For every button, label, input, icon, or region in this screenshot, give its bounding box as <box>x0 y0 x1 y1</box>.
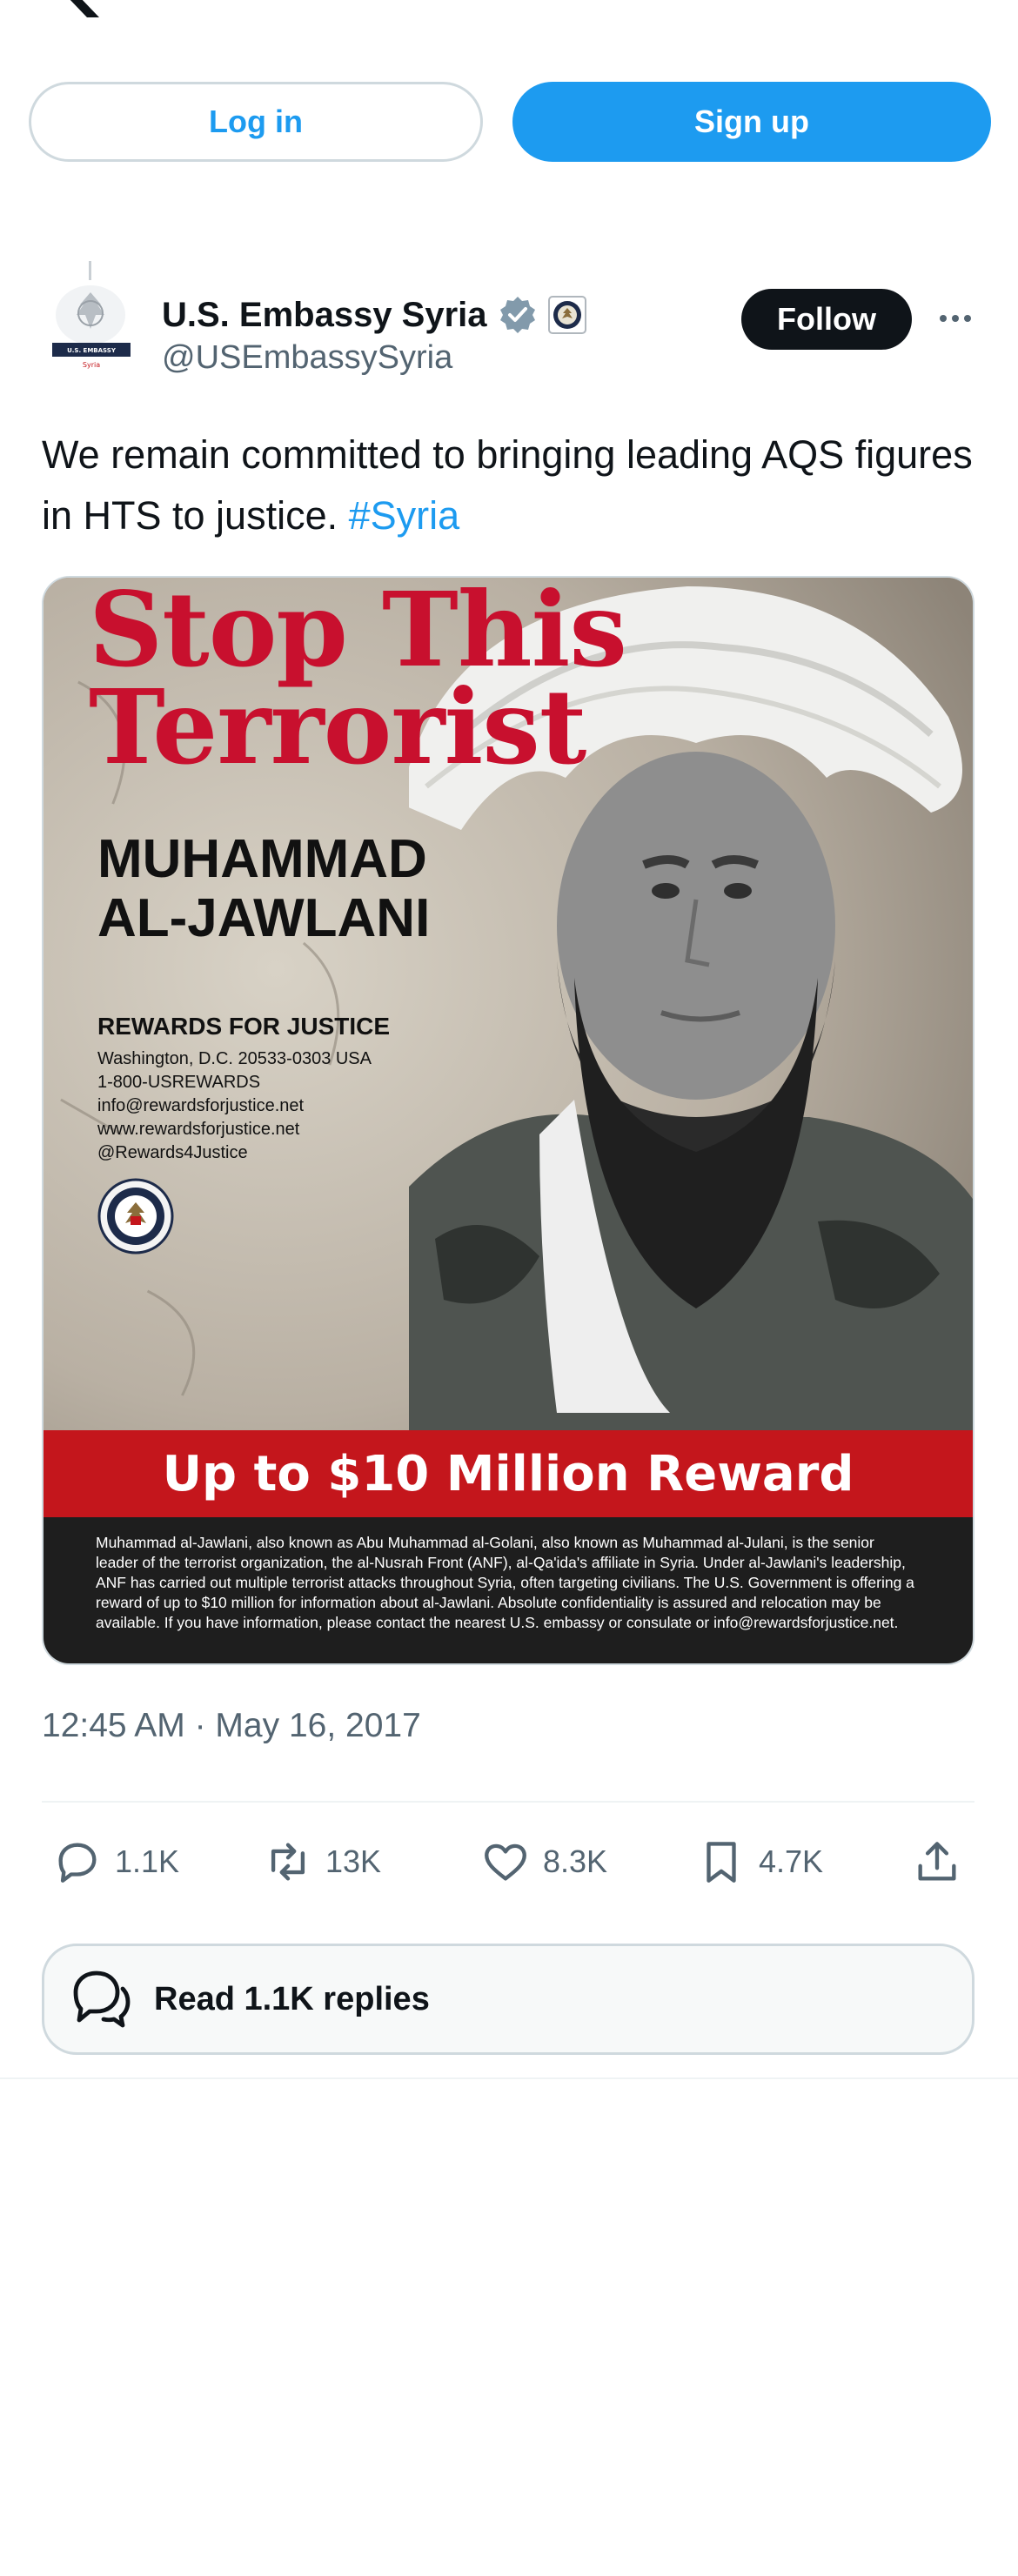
tweet-text: We remain committed to bringing leading … <box>42 425 981 546</box>
hashtag-link[interactable]: #Syria <box>349 493 460 538</box>
poster-title-line2: Terrorist <box>89 666 586 787</box>
bookmark-button[interactable]: 4.7K <box>696 1834 823 1890</box>
share-button[interactable] <box>912 1834 974 1890</box>
divider <box>0 2078 1018 2079</box>
poster-title-line1: Stop This <box>89 576 627 690</box>
signup-button[interactable]: Sign up <box>512 82 991 162</box>
read-replies-label: Read 1.1K replies <box>154 1980 430 2017</box>
poster-contact-address: Washington, D.C. 20533-0303 USA <box>97 1049 372 1068</box>
svg-text:Syria: Syria <box>83 361 100 369</box>
poster-name-line1: MUHAMMAD <box>97 829 427 889</box>
repost-count: 13K <box>325 1843 382 1879</box>
state-department-seal-icon <box>97 1178 174 1255</box>
tweet-actions: 1.1K 13K 8.3K 4.7K <box>42 1834 974 1890</box>
poster-contact-email: info@rewardsforjustice.net <box>97 1096 305 1115</box>
share-icon <box>918 1842 956 1881</box>
repost-icon <box>271 1843 305 1881</box>
author-name-row: U.S. Embassy Syria <box>162 291 586 339</box>
tweet-timestamp[interactable]: 12:45 AM · May 16, 2017 <box>42 1707 421 1745</box>
poster-contact-web: www.rewardsforjustice.net <box>97 1120 300 1139</box>
repost-button[interactable]: 13K <box>263 1834 381 1890</box>
read-replies-button[interactable]: Read 1.1K replies <box>42 1944 974 2055</box>
poster-target-name: MUHAMMAD AL-JAWLANI <box>97 830 430 948</box>
poster-name-line2: AL-JAWLANI <box>97 888 431 948</box>
reward-text: Up to $10 Million Reward <box>162 1445 854 1502</box>
reward-banner: Up to $10 Million Reward <box>44 1430 973 1517</box>
reply-count: 1.1K <box>115 1843 180 1879</box>
like-icon <box>485 1843 526 1881</box>
poster-contact-social: @Rewards4Justice <box>97 1143 248 1162</box>
svg-text:U.S. EMBASSY: U.S. EMBASSY <box>67 347 117 354</box>
tweet-body: We remain committed to bringing leading … <box>42 432 973 538</box>
auth-buttons: Log in Sign up <box>29 82 991 162</box>
login-button[interactable]: Log in <box>29 82 483 162</box>
avatar[interactable]: U.S. EMBASSY Syria <box>38 261 144 376</box>
speech-bubbles-icon <box>73 1970 131 2028</box>
tweet-media-image[interactable]: Stop This Terrorist MUHAMMAD AL-JAWLANI … <box>42 576 974 1665</box>
bookmark-count: 4.7K <box>759 1843 824 1879</box>
poster-contact-phone: 1-800-USREWARDS <box>97 1073 261 1092</box>
more-icon[interactable] <box>936 304 974 332</box>
poster-contact: Washington, D.C. 20533-0303 USA 1-800-US… <box>97 1047 372 1165</box>
government-seal-icon <box>547 296 586 334</box>
bookmark-icon <box>707 1842 736 1883</box>
author-name[interactable]: U.S. Embassy Syria <box>162 296 487 335</box>
verified-badge-icon <box>499 297 535 333</box>
poster-fine-print: Muhammad al-Jawlani, also known as Abu M… <box>44 1517 973 1663</box>
follow-button[interactable]: Follow <box>741 289 912 350</box>
x-logo-icon[interactable] <box>42 0 104 17</box>
author-handle[interactable]: @USEmbassySyria <box>162 339 452 377</box>
reply-button[interactable]: 1.1K <box>52 1834 179 1890</box>
like-count: 8.3K <box>543 1843 608 1879</box>
poster-org: REWARDS FOR JUSTICE <box>97 1013 391 1040</box>
like-button[interactable]: 8.3K <box>480 1834 607 1890</box>
reply-icon <box>58 1843 97 1883</box>
divider <box>42 1801 974 1803</box>
poster-title: Stop This Terrorist <box>89 576 627 787</box>
